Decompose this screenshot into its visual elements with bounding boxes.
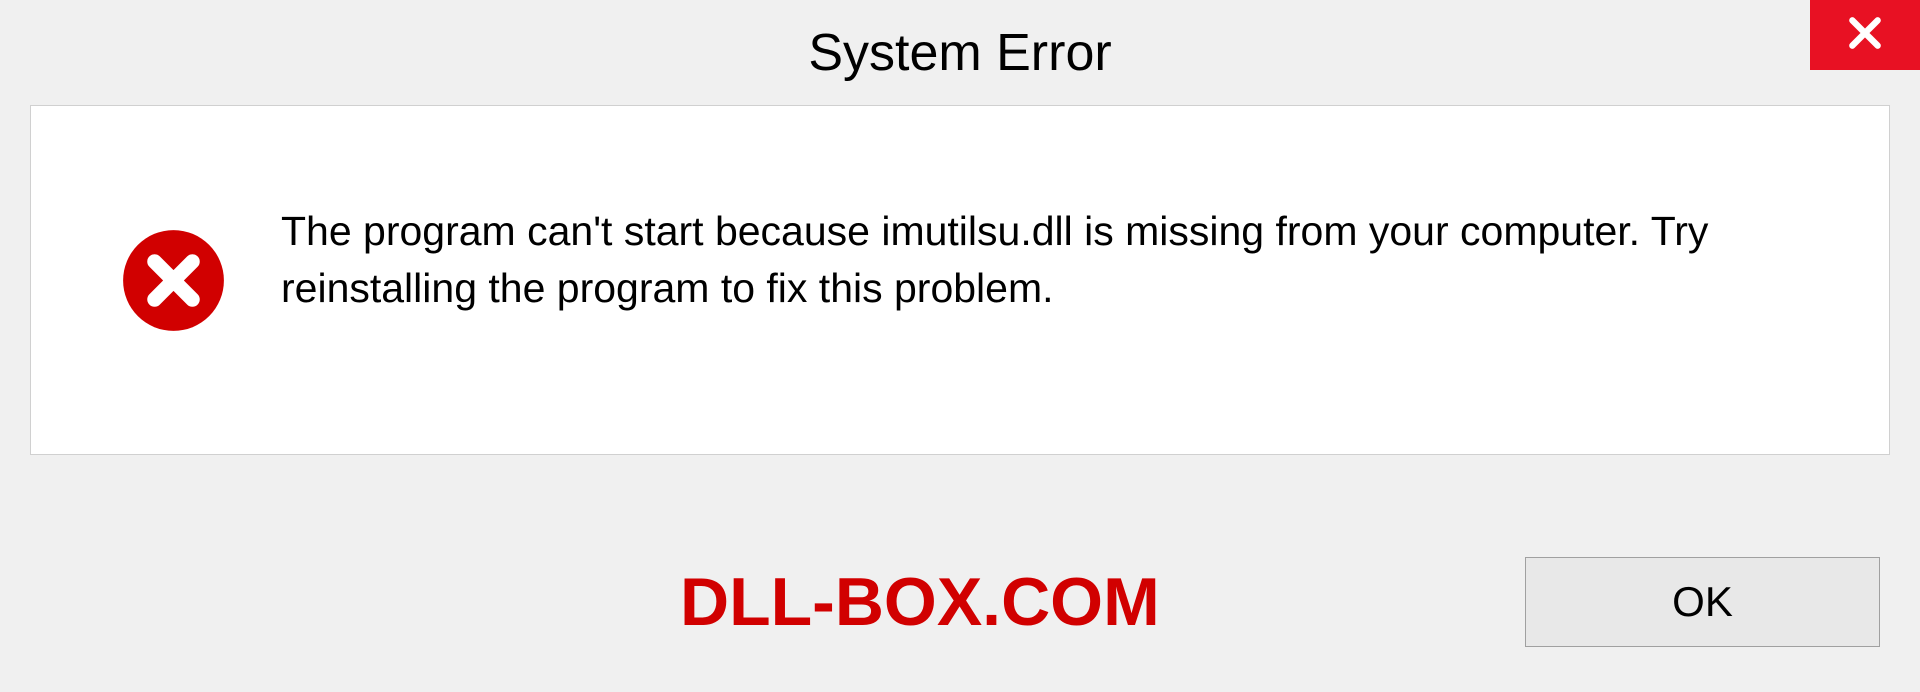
watermark-text: DLL-BOX.COM xyxy=(680,563,1160,641)
titlebar: System Error xyxy=(0,0,1920,105)
close-icon xyxy=(1846,14,1884,57)
ok-button[interactable]: OK xyxy=(1525,557,1880,647)
dialog-content: The program can't start because imutilsu… xyxy=(30,105,1890,455)
close-button[interactable] xyxy=(1810,0,1920,70)
error-icon xyxy=(121,228,226,333)
window-title: System Error xyxy=(808,23,1111,83)
error-message: The program can't start because imutilsu… xyxy=(281,203,1829,318)
dialog-footer: DLL-BOX.COM OK xyxy=(0,542,1920,662)
